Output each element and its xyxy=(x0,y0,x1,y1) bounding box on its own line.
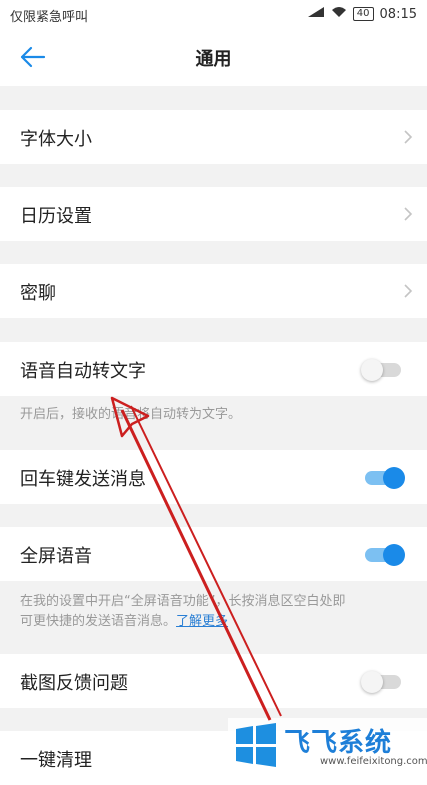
enter-send-toggle[interactable] xyxy=(361,467,405,489)
wifi-icon xyxy=(331,6,347,22)
one-key-clean-label: 一键清理 xyxy=(20,750,92,771)
learn-more-link[interactable]: 了解更多 xyxy=(176,614,228,629)
secret-chat-setting[interactable]: 密聊 xyxy=(0,264,427,318)
font-size-label: 字体大小 xyxy=(20,129,92,150)
battery-icon: 40 xyxy=(352,7,374,21)
fullscreen-voice-toggle[interactable] xyxy=(361,544,405,566)
status-bar: 仅限紧急呼叫 40 08:15 xyxy=(0,0,427,28)
enter-send-setting: 回车键发送消息 xyxy=(0,450,427,504)
fullscreen-voice-setting: 全屏语音 xyxy=(0,527,427,581)
voice-to-text-label: 语音自动转文字 xyxy=(20,361,146,382)
windows-logo-icon xyxy=(236,723,276,767)
watermark: 飞飞系统 www.feifeixitong.com xyxy=(228,718,427,773)
toggle-knob xyxy=(383,467,405,489)
chevron-right-icon xyxy=(404,284,413,298)
watermark-brand: 飞飞系统 xyxy=(284,728,393,758)
calendar-label: 日历设置 xyxy=(20,206,92,227)
chevron-right-icon xyxy=(404,130,413,144)
toggle-knob xyxy=(361,359,383,381)
voice-to-text-setting: 语音自动转文字 xyxy=(0,342,427,396)
enter-send-label: 回车键发送消息 xyxy=(20,469,146,490)
voice-to-text-hint: 开启后，接收的语音将自动转为文字。 xyxy=(20,407,242,422)
screenshot-feedback-toggle[interactable] xyxy=(361,671,405,693)
carrier-text: 仅限紧急呼叫 xyxy=(10,10,89,25)
toggle-knob xyxy=(383,544,405,566)
hint-line-1: 在我的设置中开启“全屏语音功能”，长按消息区空白处即 xyxy=(20,594,346,609)
watermark-site: www.feifeixitong.com xyxy=(320,756,427,767)
hint-line-2: 可更快捷的发送语音消息。了解更多 xyxy=(20,612,410,632)
fullscreen-voice-label: 全屏语音 xyxy=(20,546,92,567)
calendar-setting[interactable]: 日历设置 xyxy=(0,187,427,241)
screenshot-feedback-setting: 截图反馈问题 xyxy=(0,654,427,708)
clock: 08:15 xyxy=(379,6,417,22)
page-title: 通用 xyxy=(195,49,232,70)
screenshot-feedback-label: 截图反馈问题 xyxy=(20,673,128,694)
status-icons: 40 08:15 xyxy=(307,6,417,22)
signal-icon xyxy=(307,6,325,22)
hint-line-2-text: 可更快捷的发送语音消息。 xyxy=(20,614,177,629)
toggle-knob xyxy=(361,671,383,693)
secret-chat-label: 密聊 xyxy=(20,283,56,304)
chevron-right-icon xyxy=(404,207,413,221)
fullscreen-voice-hint: 在我的设置中开启“全屏语音功能”，长按消息区空白处即 可更快捷的发送语音消息。了… xyxy=(20,592,410,632)
font-size-setting[interactable]: 字体大小 xyxy=(0,110,427,164)
app-header: 通用 xyxy=(0,28,427,86)
voice-to-text-toggle[interactable] xyxy=(361,359,405,381)
